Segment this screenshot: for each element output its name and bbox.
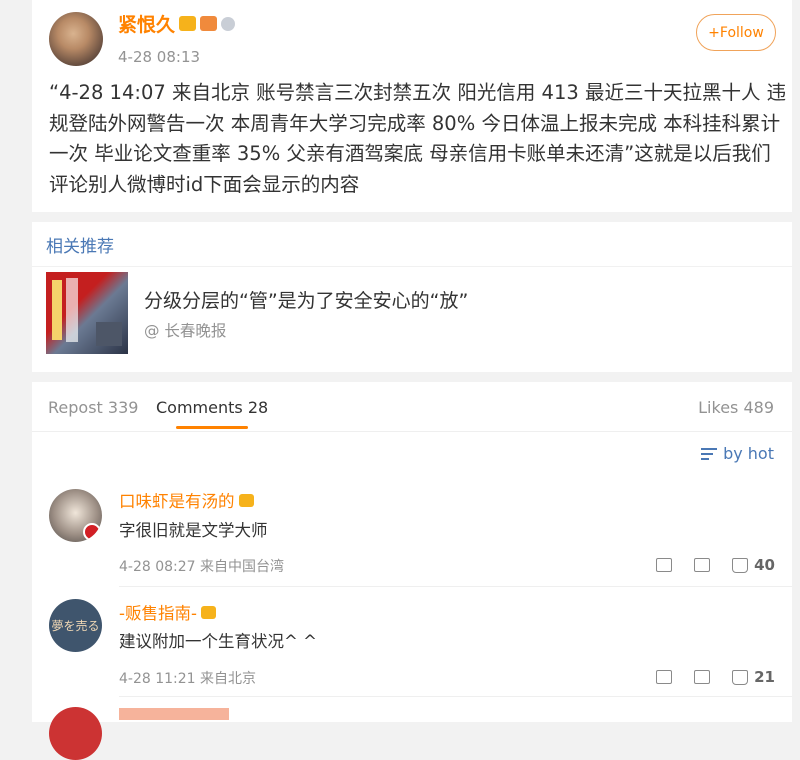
avatar-text: 夢を売る bbox=[51, 619, 100, 633]
comment-meta: 4-28 08:27 来自中国台湾 bbox=[119, 559, 285, 575]
share-icon[interactable] bbox=[656, 558, 673, 572]
comment-text: 建议附加一个生育状况^ ^ bbox=[119, 632, 317, 651]
author-name[interactable]: 紧恨久 bbox=[118, 10, 175, 37]
divider bbox=[32, 266, 792, 267]
like-icon bbox=[732, 557, 749, 573]
like-count: 21 bbox=[754, 668, 775, 686]
divider bbox=[119, 696, 792, 697]
comment-icon[interactable] bbox=[694, 558, 711, 572]
post-time: 4-28 08:13 bbox=[118, 48, 201, 66]
commenter-name[interactable] bbox=[119, 708, 229, 720]
tab-repost[interactable]: Repost 339 bbox=[48, 398, 138, 417]
comments-card: Repost 339 Comments 28 Likes 489 by hot … bbox=[32, 382, 792, 760]
like-button[interactable]: 40 bbox=[732, 556, 775, 574]
tab-likes[interactable]: Likes 489 bbox=[698, 398, 774, 417]
related-headline[interactable]: 分级分层的“管”是为了安全安心的“放” bbox=[144, 286, 468, 313]
commenter-name-row[interactable]: 口味虾是有汤的 bbox=[119, 488, 254, 512]
like-button[interactable]: 21 bbox=[732, 668, 775, 686]
commenter-avatar[interactable] bbox=[49, 489, 102, 542]
like-icon bbox=[732, 669, 749, 685]
commenter-avatar[interactable] bbox=[49, 707, 102, 760]
related-section-title: 相关推荐 bbox=[46, 237, 114, 257]
follow-button[interactable]: +Follow bbox=[696, 14, 776, 51]
commenter-name-row[interactable]: -贩售指南- bbox=[119, 600, 216, 624]
comment-icon[interactable] bbox=[694, 670, 711, 684]
author-name-row[interactable]: 紧恨久 bbox=[118, 10, 236, 37]
commenter-name[interactable]: -贩售指南- bbox=[119, 600, 197, 624]
share-icon[interactable] bbox=[656, 670, 673, 684]
like-count: 40 bbox=[754, 556, 775, 574]
sort-label: by hot bbox=[723, 444, 774, 463]
commenter-name[interactable]: 口味虾是有汤的 bbox=[119, 488, 235, 512]
post-card: 紧恨久 4-28 08:13 +Follow “4-28 14:07 来自北京 … bbox=[32, 0, 792, 212]
comment-actions: 21 bbox=[656, 668, 775, 686]
vip-badge-icon bbox=[200, 605, 216, 619]
divider bbox=[32, 431, 792, 432]
post-text: “4-28 14:07 来自北京 账号禁言三次封禁五次 阳光信用 413 最近三… bbox=[49, 81, 787, 196]
divider bbox=[119, 586, 792, 587]
related-card: 相关推荐 分级分层的“管”是为了安全安心的“放” @ 长春晚报 bbox=[32, 222, 792, 372]
vip-badge-icon bbox=[238, 493, 254, 507]
related-thumbnail[interactable] bbox=[46, 272, 128, 354]
commenter-avatar[interactable]: 夢を売る bbox=[49, 599, 102, 652]
comment-actions: 40 bbox=[656, 556, 775, 574]
comment-text: 字很旧就是文学大师 bbox=[119, 521, 268, 540]
author-avatar[interactable] bbox=[49, 12, 103, 66]
sort-icon bbox=[701, 447, 718, 460]
comment-meta: 4-28 11:21 来自北京 bbox=[119, 671, 257, 687]
tab-comments[interactable]: Comments 28 bbox=[156, 398, 268, 417]
sort-button[interactable]: by hot bbox=[701, 444, 774, 463]
flag-icon bbox=[83, 523, 101, 541]
vip-badge-icon bbox=[179, 16, 197, 31]
level-badge-icon bbox=[221, 16, 236, 31]
active-tab-indicator bbox=[176, 426, 248, 429]
related-source[interactable]: @ 长春晚报 bbox=[144, 319, 226, 341]
fan-badge-icon bbox=[200, 16, 218, 31]
